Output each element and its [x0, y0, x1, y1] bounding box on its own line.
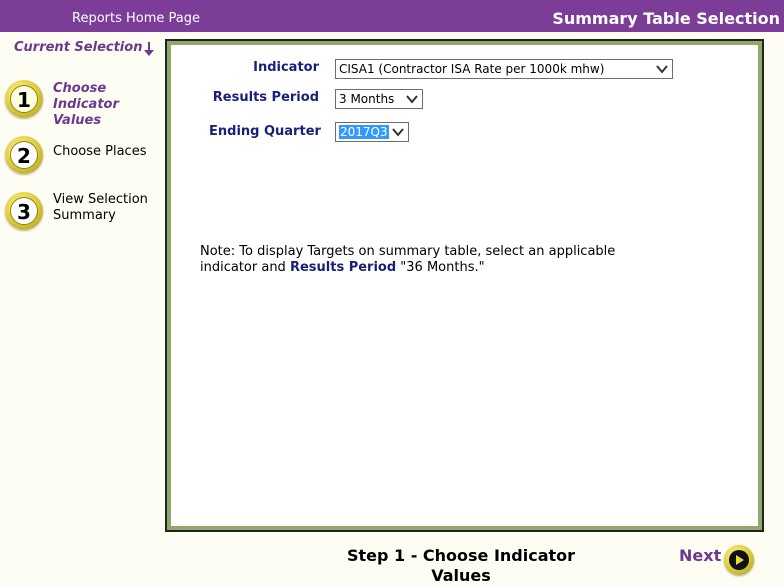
selection-panel	[165, 39, 764, 532]
step-1-number: 1	[10, 85, 38, 113]
chevron-down-icon	[656, 65, 668, 74]
step-3-number: 3	[10, 197, 38, 225]
step-2-number: 2	[10, 141, 38, 169]
step-2-choose-places[interactable]: 2 Choose Places	[5, 136, 165, 182]
note-results-period-emphasis: Results Period	[289, 260, 397, 275]
reports-home-link[interactable]: Reports Home Page	[72, 11, 200, 26]
note-text-suffix: "36 Months."	[396, 260, 485, 275]
results-period-select[interactable]: 3 Months	[335, 89, 423, 109]
step-1-label: Choose Indicator Values	[53, 81, 119, 128]
indicator-select[interactable]: CISA1 (Contractor ISA Rate per 1000k mhw…	[335, 59, 673, 79]
header-bar: Reports Home Page Summary Table Selectio…	[0, 0, 784, 32]
next-button-circle	[729, 550, 749, 570]
step-title: Step 1 - Choose Indicator Values	[346, 546, 576, 585]
step-1-choose-indicator-values[interactable]: 1 Choose Indicator Values	[5, 80, 165, 128]
down-arrow-icon	[144, 42, 154, 56]
results-period-select-value: 3 Months	[339, 92, 395, 106]
step-2-badge: 2	[5, 136, 43, 174]
chevron-down-icon	[406, 95, 418, 104]
next-label[interactable]: Next	[679, 546, 721, 565]
indicator-label: Indicator	[253, 60, 319, 75]
next-button[interactable]	[724, 545, 754, 575]
step-3-badge: 3	[5, 192, 43, 230]
results-period-label: Results Period	[212, 90, 319, 105]
step-2-label: Choose Places	[53, 144, 147, 159]
targets-note: Note: To display Targets on summary tabl…	[200, 244, 640, 276]
indicator-select-value: CISA1 (Contractor ISA Rate per 1000k mhw…	[339, 62, 605, 76]
step-3-view-selection-summary[interactable]: 3 View Selection Summary	[5, 192, 165, 238]
chevron-down-icon	[392, 128, 404, 137]
page-title: Summary Table Selection	[552, 9, 780, 28]
step-1-badge: 1	[5, 80, 43, 118]
ending-quarter-select-value: 2017Q3	[339, 125, 389, 139]
current-selection-label: Current Selection	[14, 40, 143, 55]
play-arrow-icon	[736, 555, 744, 565]
ending-quarter-select[interactable]: 2017Q3	[335, 122, 409, 142]
step-3-label: View Selection Summary	[53, 192, 148, 223]
